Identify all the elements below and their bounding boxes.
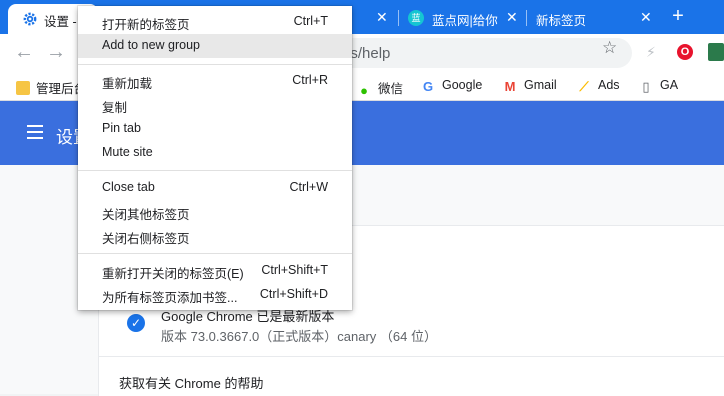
forward-button[interactable]: → — [46, 42, 66, 62]
landian-favicon-icon: 蓝 — [408, 10, 424, 26]
bookmark-label: Google — [442, 78, 483, 92]
menu-item-label: Add to new group — [102, 38, 200, 52]
check-icon: ✓ — [127, 314, 145, 332]
bookmark-label: GA — [660, 78, 679, 92]
page-icon: ▯ — [642, 79, 650, 94]
ads-icon: ⟋ — [579, 79, 589, 94]
menu-item-label: Close tab — [102, 180, 155, 194]
menu-item-close-tab[interactable]: Close tab Ctrl+W — [78, 176, 352, 200]
menu-item-shortcut: Ctrl+Shift+D — [259, 287, 328, 301]
opera-extension-icon[interactable]: O — [677, 44, 693, 60]
menu-icon[interactable] — [27, 125, 43, 139]
bookmark-item[interactable]: G Google — [420, 78, 482, 94]
menu-item-close-tabs-right[interactable]: 关闭右侧标签页 — [78, 224, 352, 248]
menu-item-shortcut: Ctrl+W — [289, 180, 328, 194]
extension-icon[interactable]: ⚡ — [646, 44, 656, 61]
bookmark-item[interactable]: M Gmail — [502, 78, 557, 94]
bookmark-item[interactable]: ● 微信 — [356, 78, 403, 98]
tab-separator — [526, 10, 527, 26]
gear-icon — [23, 12, 37, 26]
menu-item-label: Pin tab — [102, 121, 141, 135]
menu-item-new-tab[interactable]: 打开新的标签页 Ctrl+T — [78, 10, 352, 34]
menu-item-label: 重新加载 — [102, 77, 153, 91]
menu-item-close-other-tabs[interactable]: 关闭其他标签页 — [78, 200, 352, 224]
menu-item-label: 打开新的标签页 — [102, 18, 190, 32]
google-icon: G — [422, 79, 434, 94]
divider — [99, 356, 724, 357]
gmail-icon: M — [504, 79, 516, 94]
bookmark-label: Gmail — [524, 78, 557, 92]
menu-item-label: 关闭其他标签页 — [102, 208, 190, 222]
menu-item-label: 为所有标签页添加书签... — [102, 291, 238, 305]
menu-item-mute-site[interactable]: Mute site — [78, 141, 352, 165]
wechat-icon: ● — [360, 83, 368, 98]
menu-item-reopen-closed-tab[interactable]: 重新打开关闭的标签页(E) Ctrl+Shift+T — [78, 259, 352, 283]
new-tab-button[interactable]: + — [668, 6, 688, 26]
close-tab-icon[interactable]: ✕ — [640, 10, 652, 24]
version-text: 版本 73.0.3667.0（正式版本）canary （64 位） — [161, 329, 437, 344]
tab-title: 设置 - — [44, 15, 77, 29]
tab-separator — [398, 10, 399, 26]
menu-item-label: 复制 — [102, 101, 128, 115]
bookmark-star-icon[interactable]: ☆ — [602, 38, 617, 58]
menu-item-bookmark-all-tabs[interactable]: 为所有标签页添加书签... Ctrl+Shift+D — [78, 283, 352, 307]
close-tab-icon[interactable]: ✕ — [506, 10, 518, 24]
bookmark-item[interactable]: ⟋ Ads — [576, 78, 620, 94]
menu-item-shortcut: Ctrl+T — [293, 14, 328, 28]
menu-item-label: 重新打开关闭的标签页(E) — [102, 267, 244, 281]
tab-new-tab[interactable]: 新标签页 — [536, 4, 656, 32]
menu-item-label: 关闭右侧标签页 — [102, 232, 190, 246]
bookmark-label: 微信 — [378, 82, 404, 96]
menu-separator — [78, 253, 352, 254]
tab-title: 蓝点网|给你 — [432, 14, 498, 28]
tab-context-menu: 打开新的标签页 Ctrl+T Add to new group 重新加载 Ctr… — [78, 6, 352, 310]
menu-item-reload[interactable]: 重新加载 Ctrl+R — [78, 69, 352, 93]
extension-icon[interactable] — [708, 43, 724, 61]
menu-separator — [78, 64, 352, 65]
menu-item-duplicate[interactable]: 复制 — [78, 93, 352, 117]
menu-item-shortcut: Ctrl+R — [292, 73, 328, 87]
menu-item-label: Mute site — [102, 145, 153, 159]
bookmark-item[interactable]: ▯ GA — [638, 78, 678, 94]
close-tab-icon[interactable]: ✕ — [376, 10, 388, 24]
menu-item-pin-tab[interactable]: Pin tab — [78, 117, 352, 141]
bookmark-folder[interactable]: 管理后台 — [16, 78, 86, 97]
menu-item-add-to-group[interactable]: Add to new group — [78, 34, 352, 58]
back-button[interactable]: ← — [14, 42, 34, 62]
menu-item-shortcut: Ctrl+Shift+T — [261, 263, 328, 277]
bookmark-label: Ads — [598, 78, 620, 92]
folder-icon — [16, 81, 30, 95]
menu-separator — [78, 170, 352, 171]
get-help-link[interactable]: 获取有关 Chrome 的帮助 — [119, 373, 263, 392]
tab-title: 新标签页 — [536, 14, 587, 28]
